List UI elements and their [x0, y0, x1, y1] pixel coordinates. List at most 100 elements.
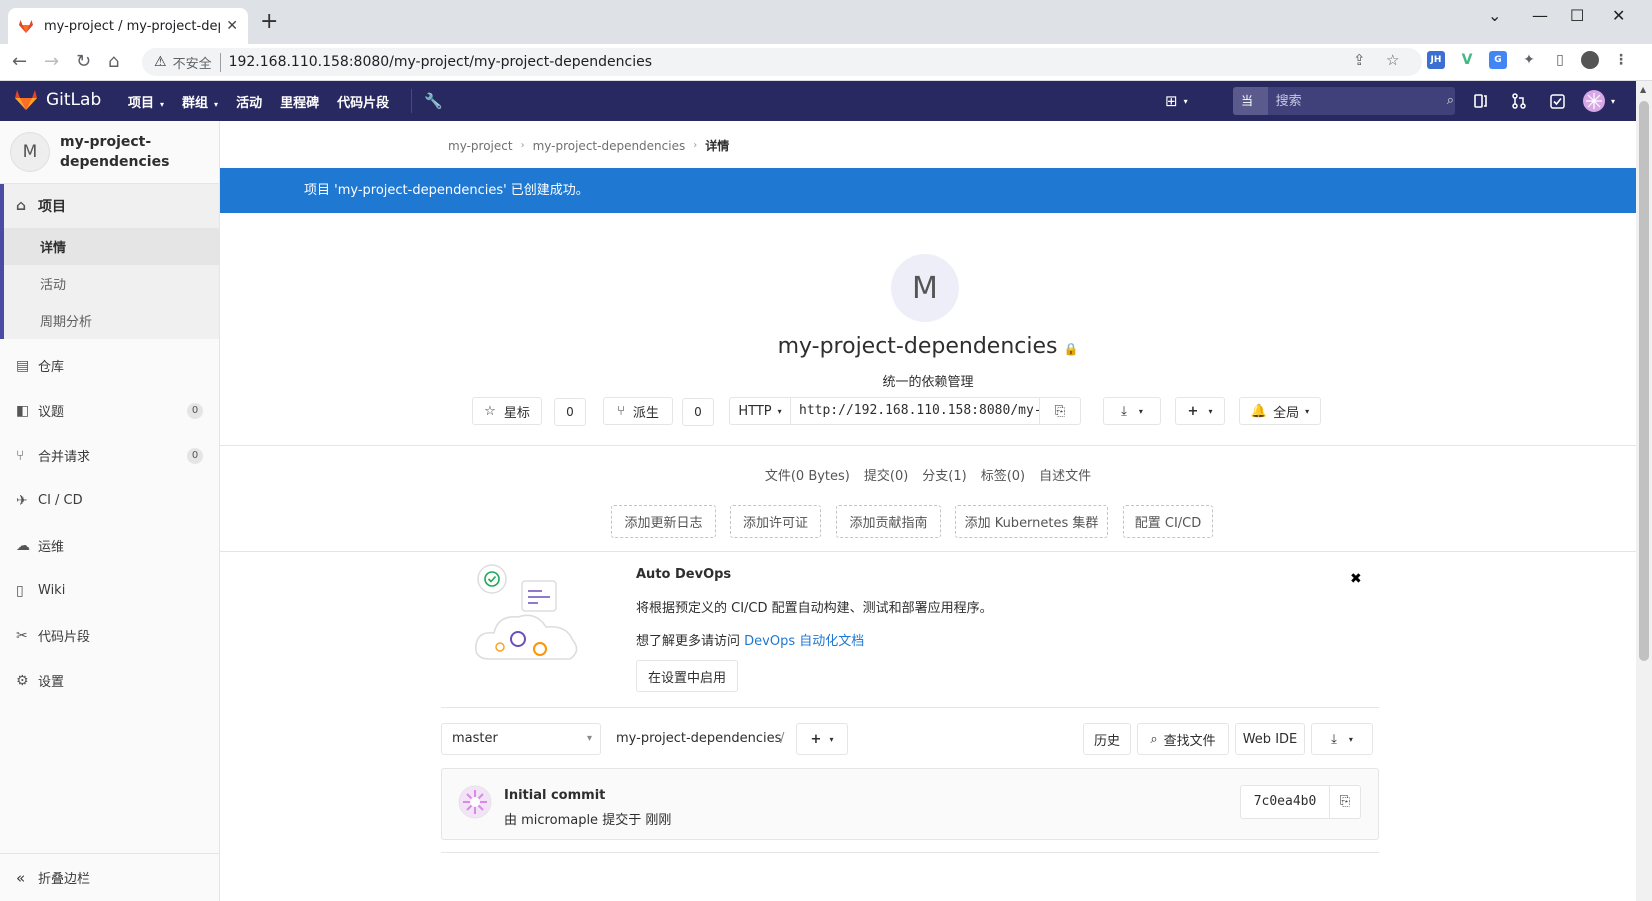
project-stats: 文件(0 Bytes) 提交(0) 分支(1) 标签(0) 自述文件 — [220, 465, 1636, 484]
clone-protocol-dropdown[interactable]: HTTP ▾ — [729, 397, 791, 425]
plus-square-icon: ⊞ — [1165, 92, 1178, 110]
add-license-button[interactable]: 添加许可证 — [730, 505, 821, 538]
fork-count[interactable]: 0 — [682, 398, 714, 426]
forward-icon[interactable]: → — [44, 52, 59, 72]
sidebar-item-wiki[interactable]: ▯ Wiki — [0, 568, 219, 613]
search-input[interactable] — [1267, 87, 1446, 115]
sidebar-subitem-details[interactable]: 详情 — [4, 228, 219, 265]
minimize-icon[interactable]: — — [1532, 6, 1548, 25]
merge-request-icon[interactable] — [1512, 81, 1526, 121]
scroll-up-icon[interactable]: ▲ — [1640, 85, 1646, 94]
stat-files[interactable]: 文件(0 Bytes) — [765, 465, 850, 484]
address-bar: ← → ↻ ⌂ ⚠ 不安全 192.168.110.158:8080/my-pr… — [0, 44, 1652, 81]
share-icon[interactable]: ⇪ — [1353, 51, 1366, 69]
sidebar-item-snippets[interactable]: ✂ 代码片段 — [0, 613, 219, 658]
breadcrumb-current[interactable]: 详情 — [705, 137, 729, 154]
download-dropdown[interactable]: ⤓ ▾ — [1103, 397, 1161, 425]
reload-icon[interactable]: ↻ — [76, 52, 91, 72]
stat-commits[interactable]: 提交(0) — [864, 465, 908, 484]
search-scope[interactable]: 当前项目 — [1233, 87, 1268, 115]
add-contributing-button[interactable]: 添加贡献指南 — [836, 505, 941, 538]
sidebar-item-settings[interactable]: ⚙ 设置 — [0, 658, 219, 703]
nav-milestones[interactable]: 里程碑 — [280, 92, 319, 111]
setup-ci-cd-button[interactable]: 配置 CI/CD — [1123, 505, 1213, 538]
sidebar-item-ci-cd[interactable]: ✈ CI / CD — [0, 478, 219, 523]
gitlab-logo[interactable]: GitLab — [14, 89, 101, 111]
star-count[interactable]: 0 — [554, 398, 586, 426]
scrollbar-thumb[interactable] — [1639, 101, 1649, 661]
stat-readme[interactable]: 自述文件 — [1039, 465, 1091, 484]
home-icon: ⌂ — [16, 198, 27, 214]
enable-in-settings-button[interactable]: 在设置中启用 — [636, 660, 738, 692]
nav-groups[interactable]: 群组 ▾ — [182, 92, 218, 111]
repo-download-dropdown[interactable]: ⤓ ▾ — [1311, 723, 1373, 755]
book-open-icon: ▯ — [16, 582, 24, 599]
commit-sha[interactable]: 7c0ea4b0 — [1240, 785, 1330, 819]
profile-avatar[interactable] — [1581, 51, 1599, 69]
sidebar-item-project[interactable]: ⌂ 项目 — [4, 184, 219, 228]
user-avatar-menu[interactable]: ▾ — [1583, 81, 1615, 121]
sidebar-item-repository[interactable]: ▤ 仓库 — [0, 343, 219, 388]
close-tab-icon[interactable]: ✕ — [226, 18, 238, 34]
back-icon[interactable]: ← — [12, 52, 27, 72]
browser-menu-icon[interactable]: ⋮ — [1612, 51, 1630, 69]
auto-devops-title: Auto DevOps — [636, 567, 732, 582]
add-file-dropdown[interactable]: + ▾ — [796, 723, 848, 755]
commit-author-avatar[interactable] — [458, 785, 492, 819]
sidebar-subitem-cycle-analytics[interactable]: 周期分析 — [4, 302, 219, 339]
extensions-puzzle-icon[interactable]: ✦ — [1520, 51, 1538, 69]
commit-title[interactable]: Initial commit — [504, 788, 605, 803]
issues-icon[interactable] — [1474, 81, 1488, 121]
extension-translate-icon[interactable]: G — [1489, 51, 1507, 69]
bookmark-star-icon[interactable]: ☆ — [1386, 51, 1399, 69]
history-button[interactable]: 历史 — [1083, 723, 1131, 755]
repo-path[interactable]: my-project-dependencies — [616, 731, 781, 746]
sidebar-item-operations[interactable]: ☁ 运维 — [0, 523, 219, 568]
add-dropdown[interactable]: + ▾ — [1175, 397, 1225, 425]
close-window-icon[interactable]: ✕ — [1612, 6, 1625, 25]
copy-url-button[interactable]: ⎘ — [1039, 397, 1081, 425]
web-ide-button[interactable]: Web IDE — [1235, 723, 1305, 755]
copy-sha-button[interactable]: ⎘ — [1329, 785, 1361, 819]
auto-devops-learn-more: 想了解更多请访问 DevOps 自动化文档 — [636, 634, 865, 649]
new-tab-icon[interactable]: + — [260, 11, 278, 33]
search-icon[interactable]: ⌕ — [1446, 87, 1455, 115]
devops-docs-link[interactable]: DevOps 自动化文档 — [744, 634, 864, 649]
sidebar-project-header[interactable]: M my-project-dependencies — [0, 121, 219, 184]
nav-projects[interactable]: 项目 ▾ — [128, 92, 164, 111]
collapse-sidebar-button[interactable]: « 折叠边栏 — [0, 853, 219, 901]
add-kubernetes-cluster-button[interactable]: 添加 Kubernetes 集群 — [955, 505, 1108, 538]
notification-dropdown[interactable]: 🔔 全局 ▾ — [1239, 397, 1321, 425]
gitlab-tanuki-icon — [15, 90, 37, 110]
todo-check-icon[interactable] — [1550, 81, 1565, 121]
breadcrumb-group[interactable]: my-project — [448, 139, 513, 153]
url-text[interactable]: 192.168.110.158:8080/my-project/my-proje… — [229, 54, 652, 70]
stat-tags[interactable]: 标签(0) — [981, 465, 1025, 484]
extension-vue-icon[interactable]: V — [1458, 51, 1476, 69]
home-icon[interactable]: ⌂ — [108, 52, 119, 72]
fork-button[interactable]: ⑂ 派生 — [603, 397, 673, 425]
chevron-down-icon[interactable]: ⌄ — [1488, 6, 1501, 25]
breadcrumb-project[interactable]: my-project-dependencies — [533, 139, 686, 153]
browser-tab[interactable]: my-project / my-project-depe ✕ — [8, 8, 248, 44]
stat-branches[interactable]: 分支(1) — [922, 465, 966, 484]
star-button[interactable]: ☆ 星标 — [472, 397, 542, 425]
nav-activity[interactable]: 活动 — [236, 92, 262, 111]
extension-jh-icon[interactable]: JH — [1427, 51, 1445, 69]
clone-url-input[interactable]: http://192.168.110.158:8080/my-project/m… — [790, 397, 1040, 425]
page-scrollbar[interactable]: ▲ — [1636, 81, 1652, 901]
branch-select[interactable]: master ▾ — [441, 723, 601, 755]
side-panel-icon[interactable]: ▯ — [1551, 51, 1569, 69]
project-avatar: M — [10, 132, 50, 172]
admin-wrench-icon[interactable]: 🔧 — [424, 92, 443, 110]
add-changelog-button[interactable]: 添加更新日志 — [611, 505, 716, 538]
close-icon[interactable]: ✖ — [1350, 571, 1362, 587]
maximize-icon[interactable]: ☐ — [1570, 6, 1584, 25]
sidebar-item-merge-requests[interactable]: ⑂ 合并请求 0 — [0, 433, 219, 478]
sidebar-subitem-activity[interactable]: 活动 — [4, 265, 219, 302]
find-file-button[interactable]: ⌕ 查找文件 — [1137, 723, 1229, 755]
sidebar-item-issues[interactable]: ◧ 议题 0 — [0, 388, 219, 433]
new-item-dropdown[interactable]: ⊞ ▾ — [1165, 81, 1188, 121]
omnibox[interactable]: ⚠ 不安全 192.168.110.158:8080/my-project/my… — [142, 48, 1422, 76]
nav-snippets[interactable]: 代码片段 — [337, 92, 389, 111]
